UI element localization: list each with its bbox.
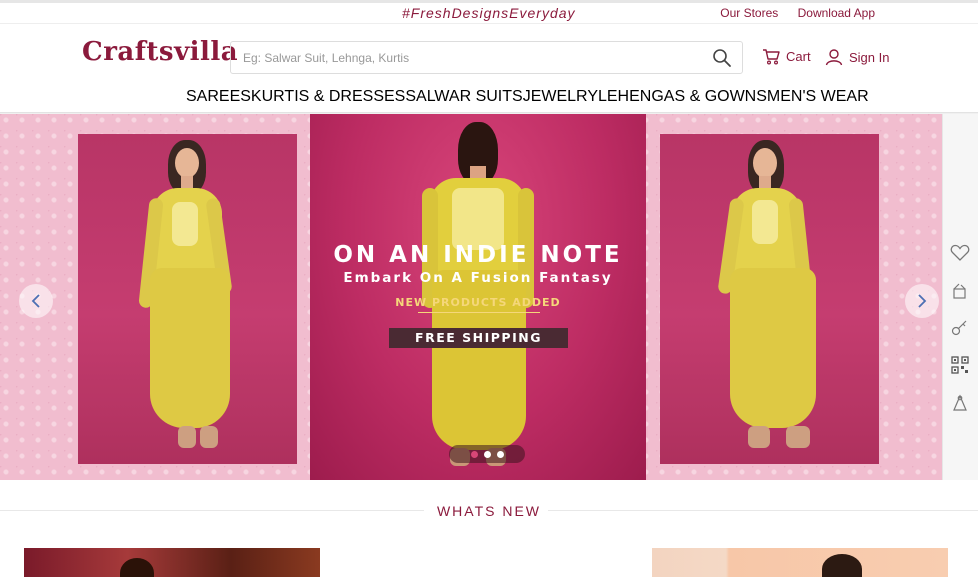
free-shipping-badge: FREE SHIPPING: [389, 328, 568, 348]
hero-tagline-underline: [418, 312, 540, 313]
our-stores-link[interactable]: Our Stores: [720, 6, 778, 20]
cart-button[interactable]: Cart: [762, 48, 811, 65]
search-bar: [230, 41, 743, 74]
hero-slide-left: [78, 134, 297, 464]
search-button[interactable]: [702, 42, 742, 73]
qr-code-button[interactable]: [949, 354, 971, 376]
right-rail: [942, 114, 978, 480]
carousel-dot-3[interactable]: [496, 450, 504, 458]
user-icon: [825, 49, 843, 66]
key-icon: [951, 320, 967, 336]
nav-salwar-suits[interactable]: SALWAR SUITS: [405, 88, 522, 106]
carousel-dots: [449, 445, 525, 463]
user-icon: [953, 394, 967, 411]
main-nav: SAREES KURTIS & DRESSES SALWAR SUITS JEW…: [186, 88, 869, 106]
wishlist-button[interactable]: [949, 242, 971, 264]
nav-jewelry[interactable]: JEWELRY: [523, 88, 598, 106]
search-input[interactable]: [231, 41, 702, 74]
gift-icon: [953, 283, 966, 299]
section-title: WHATS NEW: [436, 503, 542, 519]
qr-code-icon: [951, 356, 969, 374]
logo[interactable]: Craftsvilla: [82, 37, 238, 67]
top-links: Our Stores Download App: [704, 6, 875, 20]
product-thumbnail-1[interactable]: [24, 548, 320, 577]
cart-icon: [763, 49, 780, 65]
carousel-dot-1[interactable]: [470, 450, 478, 458]
top-bar: #FreshDesignsEveryday Our Stores Downloa…: [0, 0, 978, 24]
chevron-left-icon: [31, 294, 40, 308]
thumbnail-figure: [822, 554, 862, 577]
hero-carousel[interactable]: ON AN INDIE NOTE Embark On A Fusion Fant…: [0, 114, 942, 480]
sign-in-label: Sign In: [849, 49, 890, 65]
hero-title: ON AN INDIE NOTE: [333, 242, 623, 268]
chevron-right-icon: [918, 294, 927, 308]
carousel-next-button[interactable]: [905, 284, 939, 318]
carousel-prev-button[interactable]: [19, 284, 53, 318]
hero-subtitle: Embark On A Fusion Fantasy: [343, 270, 613, 286]
nav-lehengas-gowns[interactable]: LEHENGAS & GOWNS: [598, 88, 767, 106]
cart-label: Cart: [786, 49, 811, 64]
thumbnail-figure: [120, 558, 154, 577]
heart-icon: [950, 244, 970, 261]
download-app-link[interactable]: Download App: [798, 6, 875, 20]
offers-button[interactable]: [949, 280, 971, 302]
nav-mens-wear[interactable]: MEN'S WEAR: [767, 88, 869, 106]
hero-tagline: NEW PRODUCTS ADDED: [395, 296, 561, 309]
sign-in-button[interactable]: Sign In: [825, 48, 889, 66]
track-order-button[interactable]: [949, 316, 971, 338]
tagline: #FreshDesignsEveryday: [402, 5, 576, 21]
product-thumbnail-3[interactable]: [652, 548, 948, 577]
nav-sarees[interactable]: SAREES: [186, 88, 251, 106]
hero-slide-right: [660, 134, 879, 464]
profile-button[interactable]: [949, 392, 971, 414]
search-icon: [713, 48, 731, 67]
nav-kurtis-dresses[interactable]: KURTIS & DRESSES: [251, 88, 405, 106]
carousel-dot-2[interactable]: [483, 450, 491, 458]
